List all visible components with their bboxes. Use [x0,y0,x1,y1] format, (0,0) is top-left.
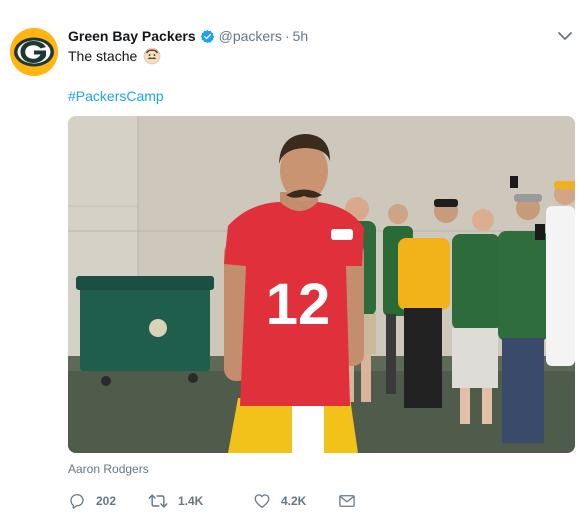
tweet-body: The stache [68,48,138,64]
heart-icon [254,494,270,509]
hashtag-link[interactable]: #PackersCamp [68,87,164,105]
retweet-button[interactable]: 1.4K [148,492,243,510]
separator-dot: · [284,28,290,44]
packers-g-logo-icon [10,28,58,76]
direct-message-button[interactable] [338,493,356,509]
display-name[interactable]: Green Bay Packers [68,28,196,44]
handle[interactable]: @packers [219,28,282,44]
jersey-number: 12 [266,272,331,337]
like-count: 4.2K [281,494,307,508]
photo-caption: Aaron Rodgers [68,462,149,476]
reply-icon [70,493,84,509]
packers-avatar[interactable] [10,28,58,76]
tweet-photo[interactable]: 12 [68,116,575,453]
photo-scene: 12 [68,116,575,453]
envelope-icon [339,495,355,507]
chevron-down-icon[interactable] [556,28,574,44]
reply-button[interactable]: 202 [68,492,126,510]
retweet-count: 1.4K [178,494,204,508]
tweet-actions: 202 1.4K 4.2K [68,490,356,512]
verified-badge-icon [200,29,214,43]
like-button[interactable]: 4.2K [253,492,313,510]
tweet-text: The stache [68,47,161,65]
retweet-icon [148,494,168,508]
mustache-face-emoji-icon [143,47,161,65]
tweet-header: Green Bay Packers @packers · 5h [68,26,308,46]
reply-count: 202 [96,494,117,508]
timestamp[interactable]: 5h [293,28,309,44]
tweet-card[interactable]: Green Bay Packers @packers · 5h The stac… [0,0,588,520]
